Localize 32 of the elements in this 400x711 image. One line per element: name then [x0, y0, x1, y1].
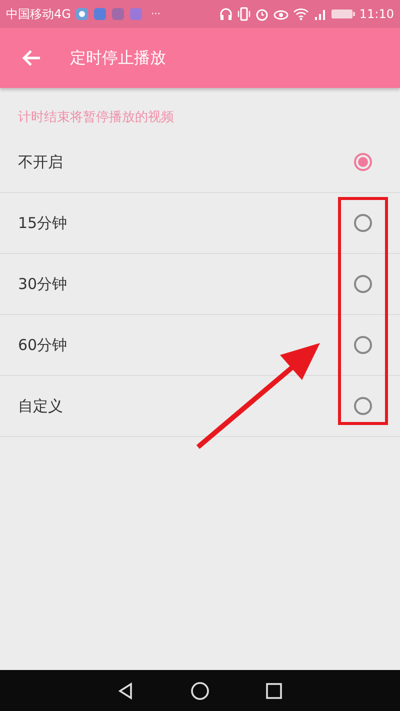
option-label: 15分钟	[18, 214, 68, 232]
home-circle-icon[interactable]	[190, 680, 210, 700]
timer-option[interactable]: 30分钟	[0, 254, 400, 315]
timer-option[interactable]: 不开启	[0, 132, 400, 193]
timer-option[interactable]: 自定义	[0, 376, 400, 437]
app-notification-icon	[92, 7, 107, 21]
battery-icon	[331, 8, 356, 20]
radio-button[interactable]	[354, 153, 372, 171]
timer-option[interactable]: 15分钟	[0, 193, 400, 254]
option-label: 不开启	[18, 152, 63, 172]
carrier-label: 中国移动4G	[6, 6, 71, 22]
page-title: 定时停止播放	[70, 48, 166, 68]
radio-button[interactable]	[354, 397, 372, 415]
option-label: 30分钟	[18, 274, 68, 294]
app-notification-icon	[74, 7, 89, 21]
option-label: 自定义	[18, 396, 63, 416]
radio-button[interactable]	[354, 214, 372, 232]
radio-button[interactable]	[354, 336, 372, 354]
alarm-clock-icon	[255, 7, 270, 21]
vibrate-icon	[237, 7, 252, 21]
app-notification-icon	[128, 7, 143, 21]
section-hint: 计时结束将暂停播放的视频	[17, 109, 175, 127]
back-arrow-icon	[22, 49, 42, 67]
clock-label: 11:10	[359, 7, 394, 21]
headphones-icon	[219, 7, 234, 21]
radio-button[interactable]	[354, 275, 372, 293]
option-label: 60分钟	[18, 336, 68, 354]
signal-icon	[313, 7, 328, 21]
app-notification-icon	[110, 7, 125, 21]
wifi-icon	[293, 7, 310, 21]
more-notifications-label: ···	[150, 8, 160, 20]
recents-square-icon[interactable]	[264, 682, 283, 700]
